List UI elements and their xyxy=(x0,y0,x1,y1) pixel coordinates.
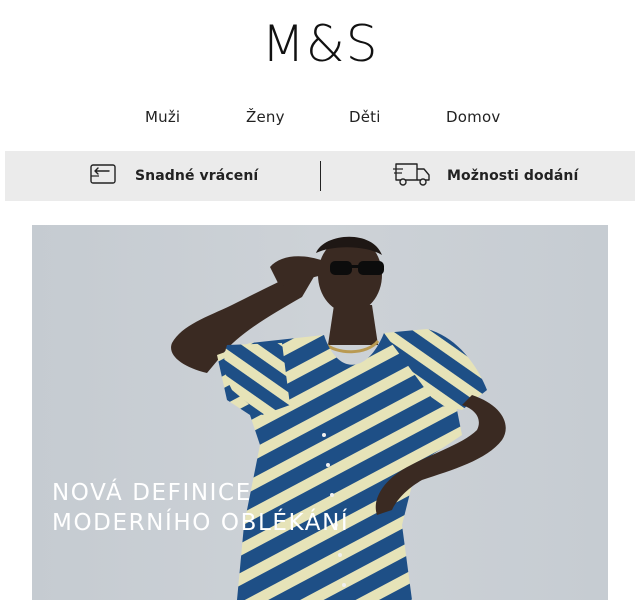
delivery-options-link[interactable]: Možnosti dodání xyxy=(393,151,578,201)
hero-banner[interactable]: NOVÁ DEFINICE MODERNÍHO OBLÉKÁNÍ xyxy=(32,225,608,600)
hero-headline-line-2: MODERNÍHO OBLÉKÁNÍ xyxy=(52,510,350,536)
service-bar: Snadné vrácení Možnosti dodání xyxy=(5,151,635,201)
hero-headline: NOVÁ DEFINICE MODERNÍHO OBLÉKÁNÍ xyxy=(52,478,349,538)
nav-item-muzi[interactable]: Muži xyxy=(145,108,180,126)
delivery-options-label: Možnosti dodání xyxy=(447,168,579,184)
delivery-truck-icon xyxy=(393,160,433,193)
main-navigation: Muži Ženy Děti Domov xyxy=(0,108,640,128)
easy-returns-link[interactable]: Snadné vrácení xyxy=(89,151,258,201)
nav-item-deti[interactable]: Děti xyxy=(349,108,381,126)
hero-image xyxy=(171,236,506,600)
hero-headline-line-1: NOVÁ DEFINICE xyxy=(52,480,252,506)
brand-logo[interactable]: M&S xyxy=(0,14,640,74)
nav-item-domov[interactable]: Domov xyxy=(446,108,500,126)
return-tag-icon xyxy=(89,162,117,191)
service-divider xyxy=(320,161,321,191)
easy-returns-label: Snadné vrácení xyxy=(135,168,259,184)
nav-item-zeny[interactable]: Ženy xyxy=(246,108,285,126)
